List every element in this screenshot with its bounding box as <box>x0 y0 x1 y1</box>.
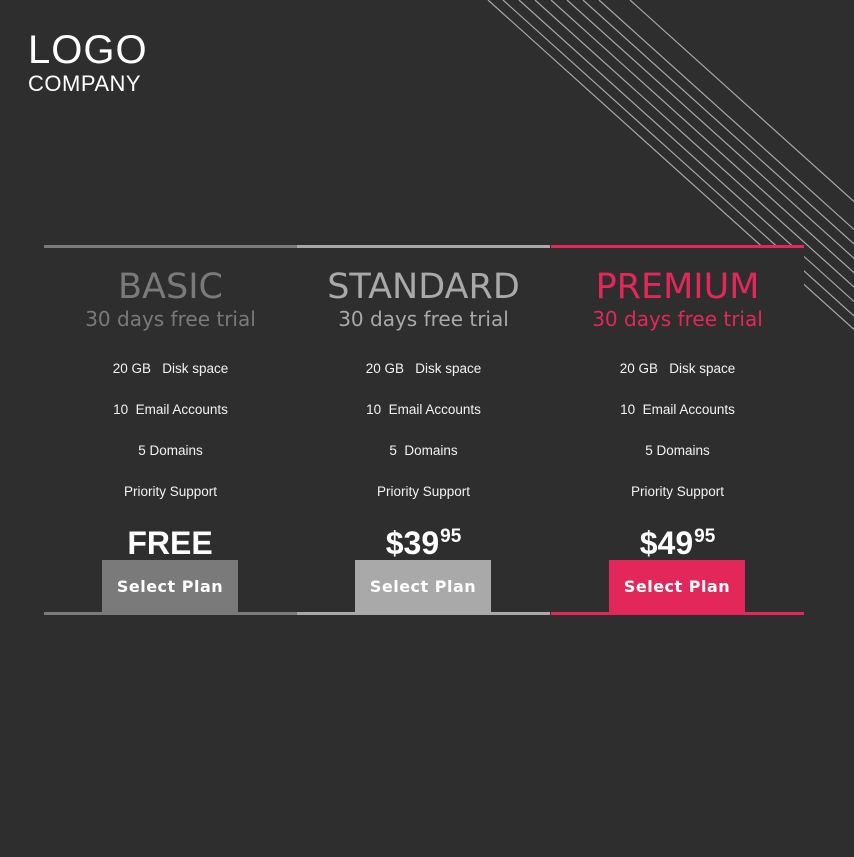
plan-bottom-bar <box>44 612 297 615</box>
feature-domains: 5 Domains <box>138 443 203 458</box>
select-plan-button-premium[interactable]: Select Plan <box>609 560 745 612</box>
select-plan-button-basic[interactable]: Select Plan <box>102 560 238 612</box>
price-main: $39 <box>385 525 440 561</box>
feature-disk-space: 20 GB Disk space <box>365 361 482 376</box>
feature-domains: 5 Domains <box>389 443 458 458</box>
plan-name: PREMIUM <box>595 267 760 307</box>
plan-bottom-bar <box>297 612 550 615</box>
logo-company-text: COMPANY <box>28 71 142 96</box>
feature-domains: 5 Domains <box>645 443 710 458</box>
price-cents: 95 <box>694 526 716 547</box>
plan-price: $4995 <box>551 517 804 563</box>
feature-disk-space: 20 GB Disk space <box>619 361 736 376</box>
plan-card-basic: BASIC 30 days free trial 20 GB Disk spac… <box>44 245 297 615</box>
plan-card-standard: STANDARD 30 days free trial 20 GB Disk s… <box>297 245 550 615</box>
plan-top-bar <box>297 245 550 248</box>
plan-trial: 30 days free trial <box>85 307 256 331</box>
plan-trial: 30 days free trial <box>338 307 509 331</box>
plan-top-bar <box>551 245 804 248</box>
feature-email-accounts: 10 Email Accounts <box>366 402 481 417</box>
plan-price: FREE <box>44 517 297 563</box>
feature-email-accounts: 10 Email Accounts <box>620 402 735 417</box>
pricing-table: BASIC 30 days free trial 20 GB Disk spac… <box>44 245 804 615</box>
plan-name: BASIC <box>118 267 223 307</box>
price-main: FREE <box>127 525 213 561</box>
plan-card-premium: PREMIUM 30 days free trial 20 GB Disk sp… <box>551 245 804 615</box>
company-logo: LOGO COMPANY <box>28 30 148 96</box>
logo-text: LOGO <box>28 28 148 72</box>
feature-list: 20 GB Disk space 10 Email Accounts 5 Dom… <box>44 359 297 523</box>
feature-list: 20 GB Disk space 10 Email Accounts 5 Dom… <box>297 359 550 523</box>
price-cents: 95 <box>440 526 462 547</box>
plan-bottom-bar <box>551 612 804 615</box>
plan-name: STANDARD <box>327 267 520 307</box>
feature-disk-space: 20 GB Disk space <box>112 361 229 376</box>
feature-list: 20 GB Disk space 10 Email Accounts 5 Dom… <box>551 359 804 523</box>
feature-email-accounts: 10 Email Accounts <box>113 402 228 417</box>
select-plan-button-standard[interactable]: Select Plan <box>355 560 491 612</box>
plan-trial: 30 days free trial <box>592 307 763 331</box>
plan-top-bar <box>44 245 297 248</box>
plan-price: $3995 <box>297 517 550 563</box>
price-main: $49 <box>639 525 694 561</box>
